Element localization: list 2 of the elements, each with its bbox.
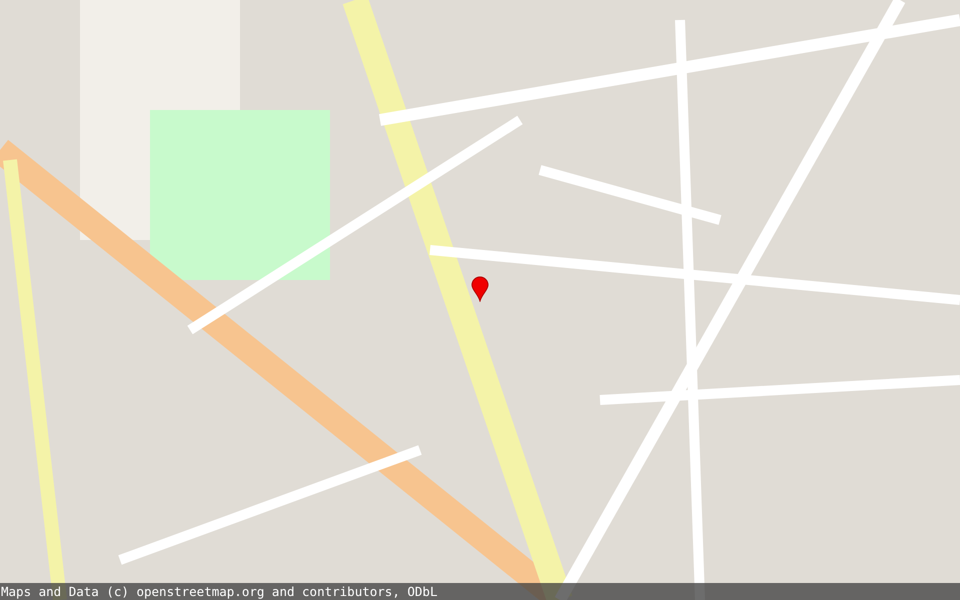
map-attribution: Maps and Data (c) openstreetmap.org and contributors, ODbL xyxy=(0,583,960,600)
map-pin-icon[interactable] xyxy=(471,276,489,302)
